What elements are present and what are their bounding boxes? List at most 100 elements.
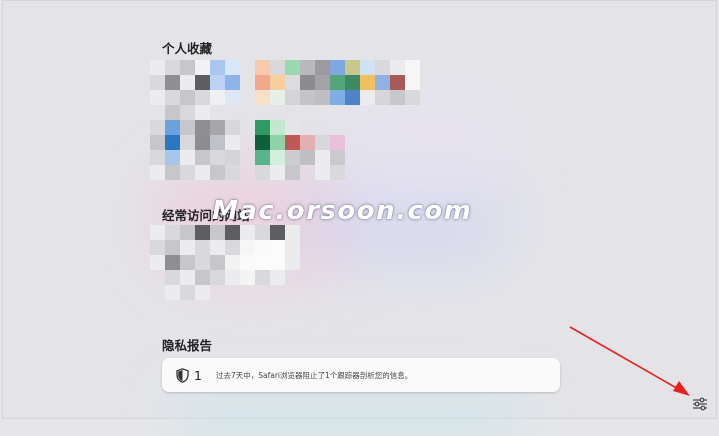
blurred-tile (150, 135, 165, 150)
blurred-tile (300, 135, 315, 150)
blurred-tile (165, 150, 180, 165)
blurred-tile (315, 150, 330, 165)
blurred-tile (255, 270, 270, 285)
blurred-tile (150, 240, 165, 255)
blurred-tile (285, 60, 300, 75)
blurred-tile (270, 120, 285, 135)
blurred-tile (150, 75, 165, 90)
blurred-tile (285, 165, 300, 180)
blurred-tile (180, 285, 195, 300)
blurred-tile (210, 120, 225, 135)
tracker-count: 1 (194, 367, 202, 383)
watermark: Mac.orsoon.com (212, 196, 473, 226)
blurred-tile (255, 225, 270, 240)
blurred-tile (285, 75, 300, 90)
blurred-tile (330, 75, 345, 90)
blurred-tile (210, 255, 225, 270)
blurred-tile (165, 225, 180, 240)
blurred-tile (285, 240, 300, 255)
blurred-tile (150, 165, 165, 180)
blurred-tile (165, 60, 180, 75)
blurred-tile (165, 255, 180, 270)
blurred-tile (255, 90, 270, 105)
blurred-tile (225, 270, 240, 285)
blurred-tile (195, 90, 210, 105)
blurred-tile (345, 90, 360, 105)
shield-icon (176, 367, 189, 383)
blurred-tile (225, 120, 240, 135)
privacy-report-card[interactable]: 1 过去7天中，Safari浏览器阻止了1个跟踪器剖析您的信息。 (162, 358, 560, 392)
blurred-tile (180, 255, 195, 270)
blurred-tile (300, 60, 315, 75)
blurred-tile (195, 150, 210, 165)
blurred-tile (225, 60, 240, 75)
blurred-tile (315, 75, 330, 90)
blurred-tile (165, 165, 180, 180)
blurred-tile (330, 60, 345, 75)
blurred-tile (180, 150, 195, 165)
blurred-tile (360, 75, 375, 90)
blurred-tile (270, 135, 285, 150)
privacy-report-text: 过去7天中，Safari浏览器阻止了1个跟踪器剖析您的信息。 (215, 370, 413, 380)
blurred-tile (225, 240, 240, 255)
privacy-report-title: 隐私报告 (162, 338, 213, 353)
blurred-tile (255, 165, 270, 180)
blurred-tile (210, 225, 225, 240)
blurred-tile (270, 255, 285, 270)
blurred-tile (270, 240, 285, 255)
blurred-tile (210, 75, 225, 90)
blurred-tile (375, 60, 390, 75)
blurred-tile (225, 90, 240, 105)
blurred-tile (255, 240, 270, 255)
blurred-tile (210, 165, 225, 180)
blurred-tile (150, 90, 165, 105)
background-blur (333, 91, 513, 201)
blurred-tile (180, 240, 195, 255)
blurred-tile (330, 165, 345, 180)
blurred-tile (360, 90, 375, 105)
blurred-tile (195, 225, 210, 240)
blurred-tile (180, 225, 195, 240)
blurred-tile (195, 75, 210, 90)
blurred-tile (270, 60, 285, 75)
blurred-tile (360, 60, 375, 75)
blurred-tile (150, 225, 165, 240)
blurred-tile (285, 135, 300, 150)
blurred-tile (255, 255, 270, 270)
favorites-title: 个人收藏 (162, 41, 213, 56)
blurred-tile (285, 120, 300, 135)
blurred-tile (405, 60, 420, 75)
blurred-tile (330, 90, 345, 105)
blurred-tile (270, 90, 285, 105)
blurred-tile (285, 225, 300, 240)
blurred-tile (150, 120, 165, 135)
blurred-tile (270, 225, 285, 240)
blurred-tile (345, 75, 360, 90)
blurred-tile (270, 270, 285, 285)
blurred-tile (330, 150, 345, 165)
blurred-tile (195, 240, 210, 255)
blurred-tile (270, 165, 285, 180)
blurred-tile (315, 90, 330, 105)
blurred-tile (315, 135, 330, 150)
blurred-tile (195, 255, 210, 270)
background-blur (173, 396, 523, 436)
blurred-tile (180, 135, 195, 150)
blurred-tile (285, 90, 300, 105)
blurred-tile (195, 105, 210, 120)
blurred-tile (165, 135, 180, 150)
blurred-tile (300, 75, 315, 90)
blurred-tile (405, 75, 420, 90)
blurred-tile (240, 240, 255, 255)
blurred-tile (210, 60, 225, 75)
blurred-tile (375, 75, 390, 90)
blurred-tile (255, 60, 270, 75)
customize-settings-button[interactable] (690, 395, 710, 413)
blurred-tile (330, 135, 345, 150)
blurred-tile (375, 90, 390, 105)
blurred-tile (195, 135, 210, 150)
blurred-tile (150, 60, 165, 75)
blurred-tile (195, 270, 210, 285)
blurred-tile (150, 255, 165, 270)
blurred-tile (180, 270, 195, 285)
